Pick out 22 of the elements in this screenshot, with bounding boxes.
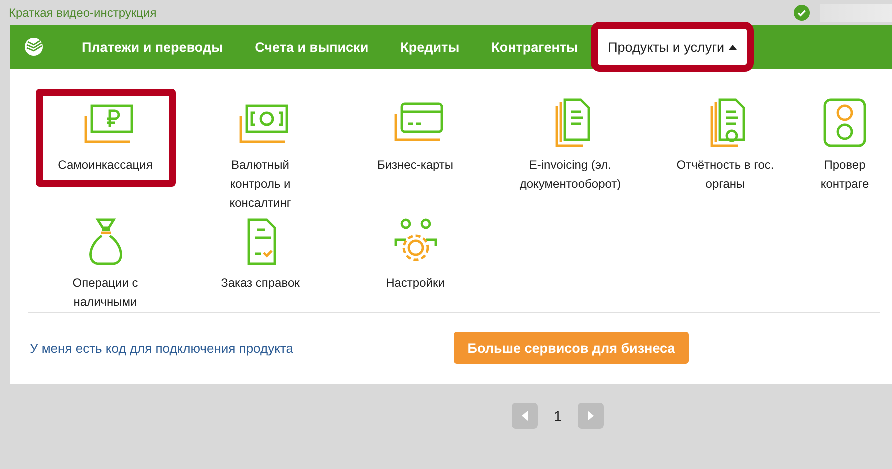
- product-item[interactable]: Настройки: [346, 207, 486, 305]
- product-code-link[interactable]: У меня есть код для подключения продукта: [28, 340, 454, 356]
- product-item[interactable]: Провер контраге: [803, 89, 887, 201]
- product-label: Самоинкассация: [58, 157, 153, 174]
- product-label: Провер контраге: [820, 157, 870, 193]
- logo-icon[interactable]: [24, 37, 44, 57]
- nav-tab[interactable]: Продукты и услуги: [598, 29, 747, 65]
- product-label: Операции с наличными: [72, 275, 138, 311]
- right-triangle-icon: [588, 411, 594, 421]
- left-triangle-icon: [522, 411, 528, 421]
- caret-icon: [728, 44, 737, 50]
- product-label: Отчётность в гос. органы: [676, 157, 774, 193]
- product-label: Заказ справок: [221, 275, 300, 292]
- product-item[interactable]: Бизнес-карты: [346, 89, 486, 187]
- product-item[interactable]: Отчётность в гос. органы: [656, 89, 796, 201]
- product-item[interactable]: Самоинкассация: [36, 89, 176, 187]
- product-label: E-invoicing (эл. документооборот): [520, 157, 622, 193]
- product-item[interactable]: Операции с наличными: [36, 207, 176, 319]
- product-label: Бизнес-карты: [377, 157, 454, 174]
- product-item[interactable]: E-invoicing (эл. документооборот): [500, 89, 640, 201]
- product-label: Настройки: [386, 275, 445, 292]
- page-number[interactable]: 1: [554, 408, 562, 424]
